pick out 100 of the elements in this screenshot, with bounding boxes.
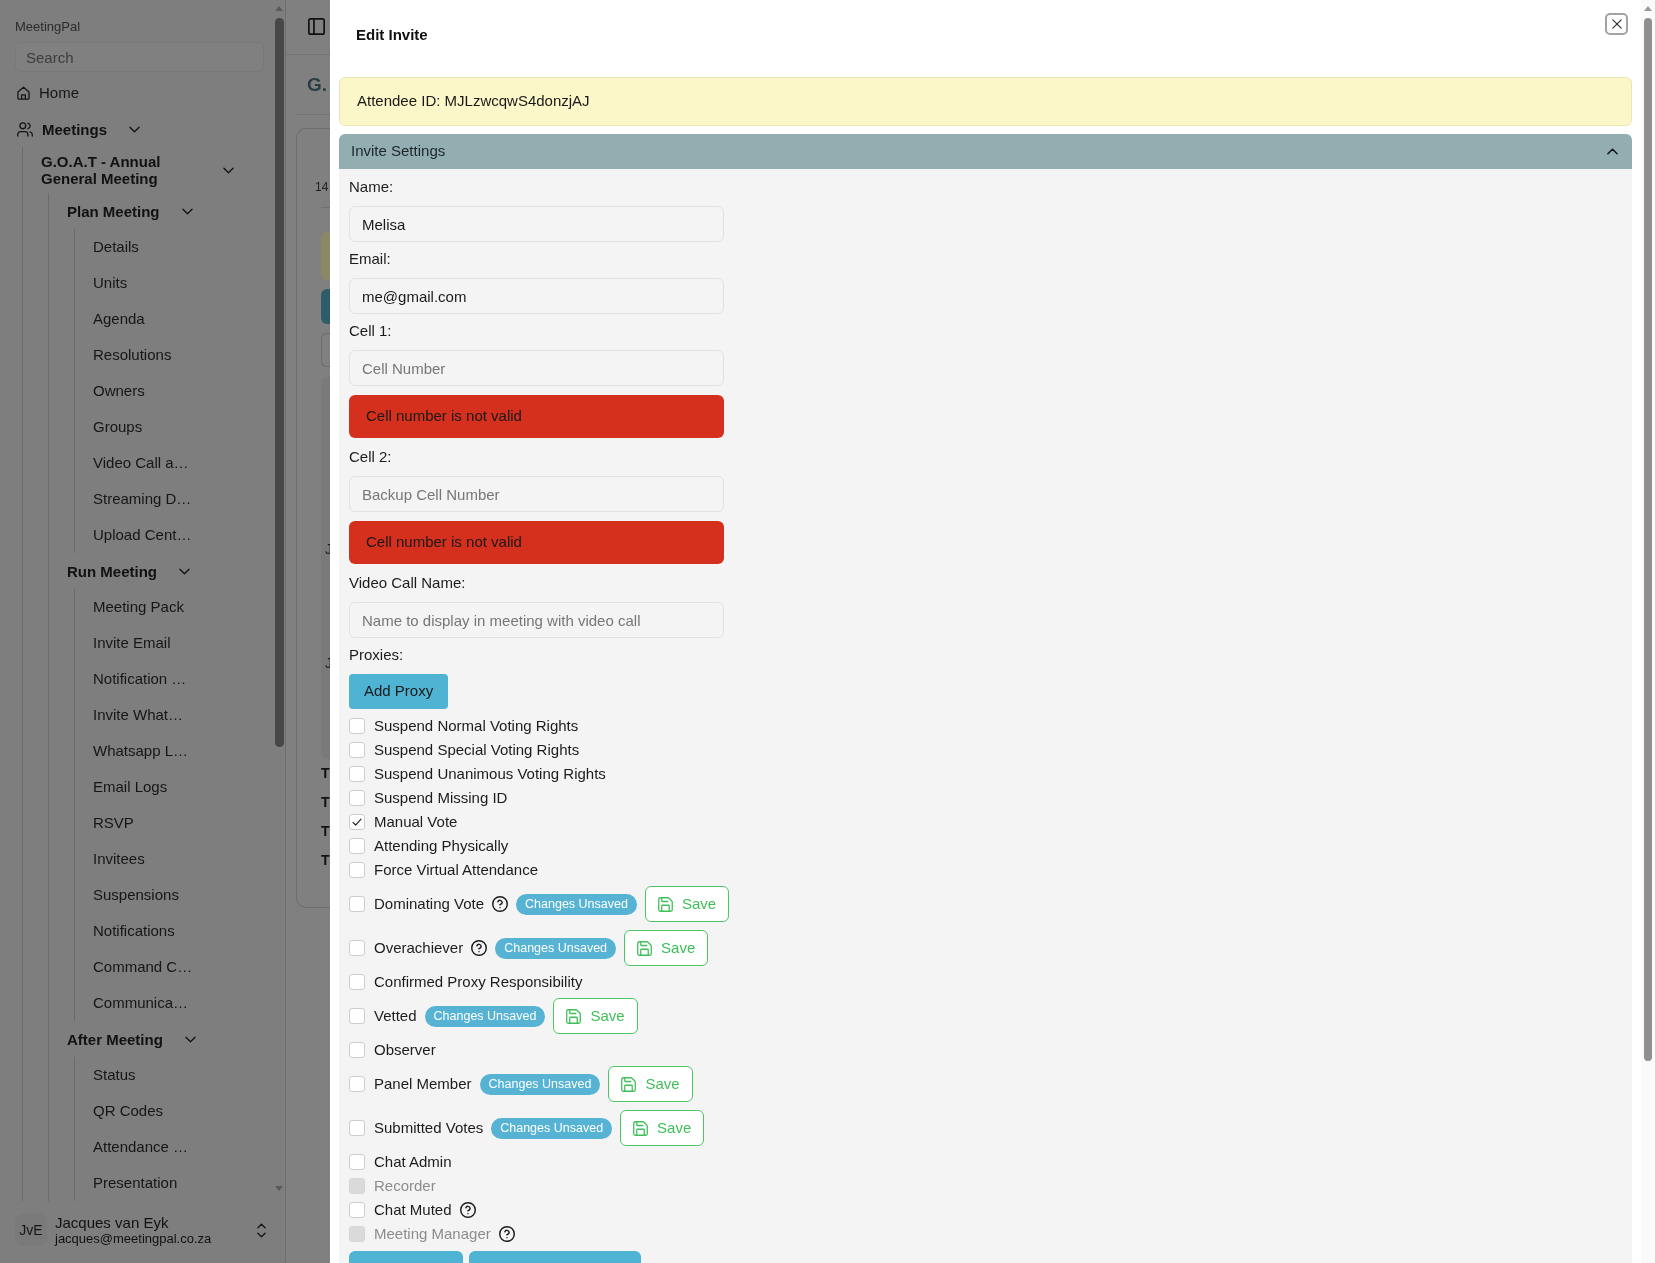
- checkbox[interactable]: [349, 814, 365, 830]
- checkbox[interactable]: [349, 790, 365, 806]
- add-proxy-button[interactable]: Add Proxy: [349, 674, 449, 709]
- user-name: Jacques van Eyk: [55, 1213, 170, 1231]
- row-label: T: [321, 822, 330, 840]
- nav-link[interactable]: Streaming D…: [93, 490, 192, 508]
- chevron-down-icon[interactable]: [179, 567, 190, 575]
- help-icon[interactable]: [459, 1202, 476, 1218]
- checkbox[interactable]: [349, 974, 365, 990]
- text-field[interactable]: Melisa: [349, 206, 724, 242]
- nav-link[interactable]: Notification …: [93, 670, 187, 688]
- checkbox[interactable]: [349, 838, 365, 854]
- checkbox[interactable]: [349, 1202, 365, 1218]
- nav-link[interactable]: Notifications: [93, 922, 175, 940]
- nav-link[interactable]: Home: [39, 84, 79, 102]
- save-button[interactable]: Save: [553, 998, 638, 1034]
- text-field[interactable]: Backup Cell Number: [349, 476, 724, 512]
- nav-link[interactable]: Command C…: [93, 958, 193, 976]
- checkbox[interactable]: [349, 1008, 365, 1024]
- checkbox[interactable]: [349, 766, 365, 782]
- search-field[interactable]: Search: [15, 42, 264, 72]
- checkbox[interactable]: [349, 862, 365, 878]
- scroll-up-icon[interactable]: [275, 6, 283, 11]
- checkbox-label: Suspend Normal Voting Rights: [374, 716, 579, 736]
- nav-link[interactable]: Presentation: [93, 1174, 178, 1192]
- scroll-up-icon[interactable]: [1644, 6, 1652, 11]
- scrollbar-thumb[interactable]: [274, 18, 284, 747]
- checkbox[interactable]: [349, 1042, 365, 1058]
- nav-link[interactable]: Invite Email: [93, 634, 171, 652]
- nav-link[interactable]: Communica…: [93, 994, 189, 1012]
- checkbox[interactable]: [349, 940, 365, 956]
- save-button[interactable]: Save: [608, 1066, 693, 1102]
- scrollbar-thumb[interactable]: [1644, 18, 1652, 1061]
- text-field[interactable]: Name to display in meeting with video call: [349, 602, 724, 638]
- chevron-down-icon[interactable]: [129, 125, 140, 133]
- nav-link[interactable]: Email Logs: [93, 778, 168, 796]
- info-banner: Attendee ID: MJLzwcqwS4donzjAJ: [339, 77, 1632, 126]
- nav-link[interactable]: Invitees: [93, 850, 145, 868]
- help-icon[interactable]: [492, 896, 509, 912]
- dialog-title: Edit Invite: [356, 25, 428, 45]
- nav-group[interactable]: Plan Meeting: [67, 196, 160, 226]
- field-label: Name:: [349, 177, 394, 197]
- nav-link[interactable]: Owners: [93, 382, 145, 400]
- nav-link[interactable]: Video Call a…: [93, 454, 189, 472]
- nav-group[interactable]: G.O.A.T - Annual General Meeting: [41, 147, 201, 193]
- checkbox-label: Observer: [374, 1040, 436, 1060]
- nav-link[interactable]: Details: [93, 238, 139, 256]
- chevron-down-icon[interactable]: [223, 166, 234, 174]
- checkbox[interactable]: [349, 896, 365, 912]
- field-label: Video Call Name:: [349, 573, 466, 593]
- checkbox[interactable]: [349, 1076, 365, 1092]
- user-avatar: JvE: [15, 1214, 47, 1246]
- nav-group[interactable]: Meetings: [42, 114, 107, 144]
- button-block: [321, 289, 330, 324]
- close-button[interactable]: [1605, 13, 1628, 35]
- card-text: 14: [315, 179, 329, 195]
- checkbox-label: Panel Member: [374, 1074, 472, 1094]
- nav-link[interactable]: Resolutions: [93, 346, 172, 364]
- nav-link[interactable]: Status: [93, 1066, 136, 1084]
- nav-link[interactable]: QR Codes: [93, 1102, 164, 1120]
- scroll-down-icon[interactable]: [275, 1186, 283, 1191]
- nav-link[interactable]: Upload Cent…: [93, 526, 192, 544]
- checkbox[interactable]: [349, 718, 365, 734]
- checkbox-label: Meeting Manager: [374, 1224, 491, 1244]
- save-button[interactable]: Save: [644, 886, 730, 922]
- checkbox[interactable]: [349, 1120, 365, 1136]
- save-button[interactable]: Save: [624, 930, 709, 966]
- nav-link[interactable]: Whatsapp L…: [93, 742, 189, 760]
- section-header[interactable]: Invite Settings: [339, 134, 1632, 169]
- nav-link[interactable]: Meeting Pack: [93, 598, 184, 616]
- chevrons-up-down-icon[interactable]: [257, 1222, 266, 1238]
- checkbox-label: Suspend Missing ID: [374, 788, 508, 808]
- close-icon: [1611, 19, 1622, 29]
- nav-group[interactable]: Run Meeting: [67, 556, 157, 586]
- text-field[interactable]: me@gmail.com: [349, 278, 724, 314]
- text-field[interactable]: Cell Number: [349, 350, 724, 386]
- panel-icon[interactable]: [308, 18, 325, 35]
- field-label: Cell 2:: [349, 447, 392, 467]
- nav-link[interactable]: Suspensions: [93, 886, 179, 904]
- nav-link[interactable]: Agenda: [93, 310, 145, 328]
- chevron-down-icon[interactable]: [184, 1035, 196, 1043]
- action-button[interactable]: [349, 1251, 463, 1263]
- status-badge: Changes Unsaved: [495, 937, 617, 959]
- action-button[interactable]: [469, 1251, 641, 1263]
- nav-link[interactable]: Units: [93, 274, 128, 292]
- checkbox-label: Attending Physically: [374, 836, 509, 856]
- help-icon[interactable]: [471, 940, 488, 956]
- nav-group[interactable]: After Meeting: [67, 1024, 163, 1054]
- checkbox-label: Overachiever: [374, 938, 464, 958]
- save-button[interactable]: Save: [620, 1110, 705, 1146]
- checkbox-label: Recorder: [374, 1176, 436, 1196]
- checkmark-icon: [352, 818, 362, 826]
- nav-link[interactable]: Groups: [93, 418, 143, 436]
- chevron-down-icon[interactable]: [181, 207, 193, 215]
- notice-block: [321, 232, 330, 280]
- checkbox[interactable]: [349, 1154, 365, 1170]
- nav-link[interactable]: Invite What…: [93, 706, 184, 724]
- nav-link[interactable]: Attendance …: [93, 1138, 189, 1156]
- checkbox[interactable]: [349, 742, 365, 758]
- nav-link[interactable]: RSVP: [93, 814, 134, 832]
